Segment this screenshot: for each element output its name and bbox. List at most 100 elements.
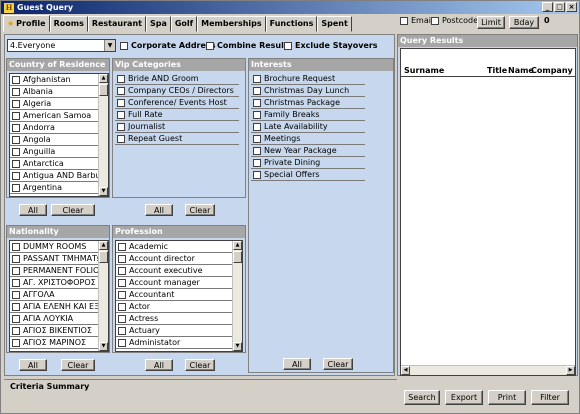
profession-item[interactable]: Academic — [116, 241, 232, 253]
interests-item-checkbox[interactable] — [253, 86, 261, 95]
country-item[interactable]: American Samoa — [10, 110, 98, 122]
nationality-item[interactable]: ΑΓΙΟΣ ΜΑΡΙΝΟΣ — [10, 337, 98, 349]
profession-item-checkbox[interactable] — [118, 254, 126, 263]
scroll-thumb[interactable] — [99, 251, 108, 263]
profession-item[interactable]: Actress — [116, 313, 232, 325]
search-button[interactable]: Search — [404, 390, 440, 405]
profession-item-checkbox[interactable] — [118, 278, 126, 287]
interests-item[interactable]: Brochure Request — [251, 73, 365, 85]
nationality-item-checkbox[interactable] — [12, 302, 20, 311]
vip-item[interactable]: Conference/ Events Host — [115, 97, 239, 109]
profession-all-button[interactable]: All — [145, 359, 173, 371]
country-item[interactable]: Angola — [10, 134, 98, 146]
nationality-scrollbar[interactable]: ▲ ▼ — [98, 241, 108, 351]
tab-restaurant[interactable]: Restaurant — [87, 16, 146, 32]
email-option[interactable]: Email — [400, 16, 433, 25]
nationality-item[interactable]: PERMANENT FOLIO — [10, 265, 98, 277]
results-grid[interactable]: Surname Title Name Company ◀ ▶ — [400, 48, 576, 376]
vip-item-checkbox[interactable] — [117, 74, 125, 83]
column-name[interactable]: Name — [508, 66, 534, 75]
vip-item[interactable]: Company CEOs / Directors — [115, 85, 239, 97]
nationality-item-checkbox[interactable] — [12, 242, 20, 251]
profession-item[interactable]: Account executive — [116, 265, 232, 277]
interests-item[interactable]: Special Offers — [251, 169, 365, 181]
nationality-item[interactable]: ΑΓΓΟΛΑ — [10, 289, 98, 301]
nationality-item[interactable]: ΑΓΙΟΣ ΒΙΚΕΝΤΙΟΣ — [10, 325, 98, 337]
profession-item-checkbox[interactable] — [118, 338, 126, 347]
nationality-clear-button[interactable]: Clear — [61, 359, 95, 371]
column-surname[interactable]: Surname — [404, 66, 444, 75]
nationality-item[interactable]: DUMMY ROOMS — [10, 241, 98, 253]
vip-item[interactable]: Journalist — [115, 121, 239, 133]
vip-item[interactable]: Bride AND Groom — [115, 73, 239, 85]
scroll-up-icon[interactable]: ▲ — [99, 241, 108, 250]
guest-type-dropdown[interactable]: 4.Everyone ▼ — [7, 39, 116, 52]
interests-item[interactable]: Christmas Day Lunch — [251, 85, 365, 97]
profession-item-checkbox[interactable] — [118, 242, 126, 251]
filter-button[interactable]: Filter — [531, 390, 569, 405]
country-item-checkbox[interactable] — [12, 111, 20, 120]
vip-item-checkbox[interactable] — [117, 98, 125, 107]
tab-spent[interactable]: Spent — [317, 16, 352, 32]
vip-all-button[interactable]: All — [145, 204, 173, 216]
nationality-item[interactable]: ΑΓΙΑ ΛΟΥΚΙΑ — [10, 313, 98, 325]
maximize-button[interactable]: □ — [554, 2, 565, 12]
country-item[interactable]: Afghanistan — [10, 74, 98, 86]
country-item-checkbox[interactable] — [12, 75, 20, 84]
country-item-checkbox[interactable] — [12, 87, 20, 96]
interests-item[interactable]: New Year Package — [251, 145, 365, 157]
interests-item-checkbox[interactable] — [253, 122, 261, 131]
interests-item-checkbox[interactable] — [253, 146, 261, 155]
profession-item[interactable]: Account manager — [116, 277, 232, 289]
profession-item[interactable]: Actor — [116, 301, 232, 313]
column-title[interactable]: Title — [487, 66, 507, 75]
interests-item[interactable]: Christmas Package — [251, 97, 365, 109]
combine-results-checkbox[interactable] — [206, 41, 214, 50]
scroll-down-icon[interactable]: ▼ — [99, 342, 108, 351]
interests-item-checkbox[interactable] — [253, 134, 261, 143]
close-button[interactable]: × — [566, 2, 577, 12]
nationality-item[interactable]: ΑΓ. ΧΡΙΣΤΟΦΟΡΟΣ ΚΑΙ — [10, 277, 98, 289]
country-item-checkbox[interactable] — [12, 159, 20, 168]
minimize-button[interactable]: _ — [542, 2, 553, 12]
tab-functions[interactable]: Functions — [265, 16, 318, 32]
interests-all-button[interactable]: All — [283, 358, 311, 370]
interests-clear-button[interactable]: Clear — [323, 358, 353, 370]
export-button[interactable]: Export — [445, 390, 483, 405]
results-h-scrollbar[interactable]: ◀ ▶ — [401, 365, 575, 375]
country-item[interactable]: Andorra — [10, 122, 98, 134]
interests-item[interactable]: Private Dining — [251, 157, 365, 169]
country-item-checkbox[interactable] — [12, 135, 20, 144]
profession-item-checkbox[interactable] — [118, 302, 126, 311]
interests-item[interactable]: Meetings — [251, 133, 365, 145]
profession-item-checkbox[interactable] — [118, 326, 126, 335]
country-item-checkbox[interactable] — [12, 123, 20, 132]
country-item[interactable]: Antarctica — [10, 158, 98, 170]
country-item[interactable]: Antigua AND Barbuda — [10, 170, 98, 182]
scroll-up-icon[interactable]: ▲ — [233, 241, 242, 250]
vip-item[interactable]: Full Rate — [115, 109, 239, 121]
country-scrollbar[interactable]: ▲ ▼ — [98, 74, 108, 196]
country-clear-button[interactable]: Clear — [51, 204, 95, 216]
nationality-item-checkbox[interactable] — [12, 314, 20, 323]
country-item[interactable]: Argentina — [10, 182, 98, 194]
profession-item-checkbox[interactable] — [118, 314, 126, 323]
chevron-down-icon[interactable]: ▼ — [104, 40, 115, 51]
country-item[interactable]: Anguilla — [10, 146, 98, 158]
exclude-stayovers-checkbox[interactable] — [284, 41, 292, 50]
exclude-stayovers-option[interactable]: Exclude Stayovers — [284, 41, 378, 50]
bday-button[interactable]: Bday — [509, 16, 539, 29]
nationality-item-checkbox[interactable] — [12, 326, 20, 335]
country-item[interactable]: Algeria — [10, 98, 98, 110]
tab-rooms[interactable]: Rooms — [49, 16, 88, 32]
interests-item-checkbox[interactable] — [253, 110, 261, 119]
tab-golf[interactable]: Golf — [170, 16, 198, 32]
country-item-checkbox[interactable] — [12, 183, 20, 192]
nationality-item[interactable]: PASSANT ΤΜΗΜΑΤΩΝ — [10, 253, 98, 265]
scroll-down-icon[interactable]: ▼ — [233, 342, 242, 351]
profession-item[interactable]: Accountant — [116, 289, 232, 301]
interests-item[interactable]: Family Breaks — [251, 109, 365, 121]
vip-clear-button[interactable]: Clear — [185, 204, 215, 216]
interests-item-checkbox[interactable] — [253, 158, 261, 167]
column-company[interactable]: Company — [531, 66, 573, 75]
